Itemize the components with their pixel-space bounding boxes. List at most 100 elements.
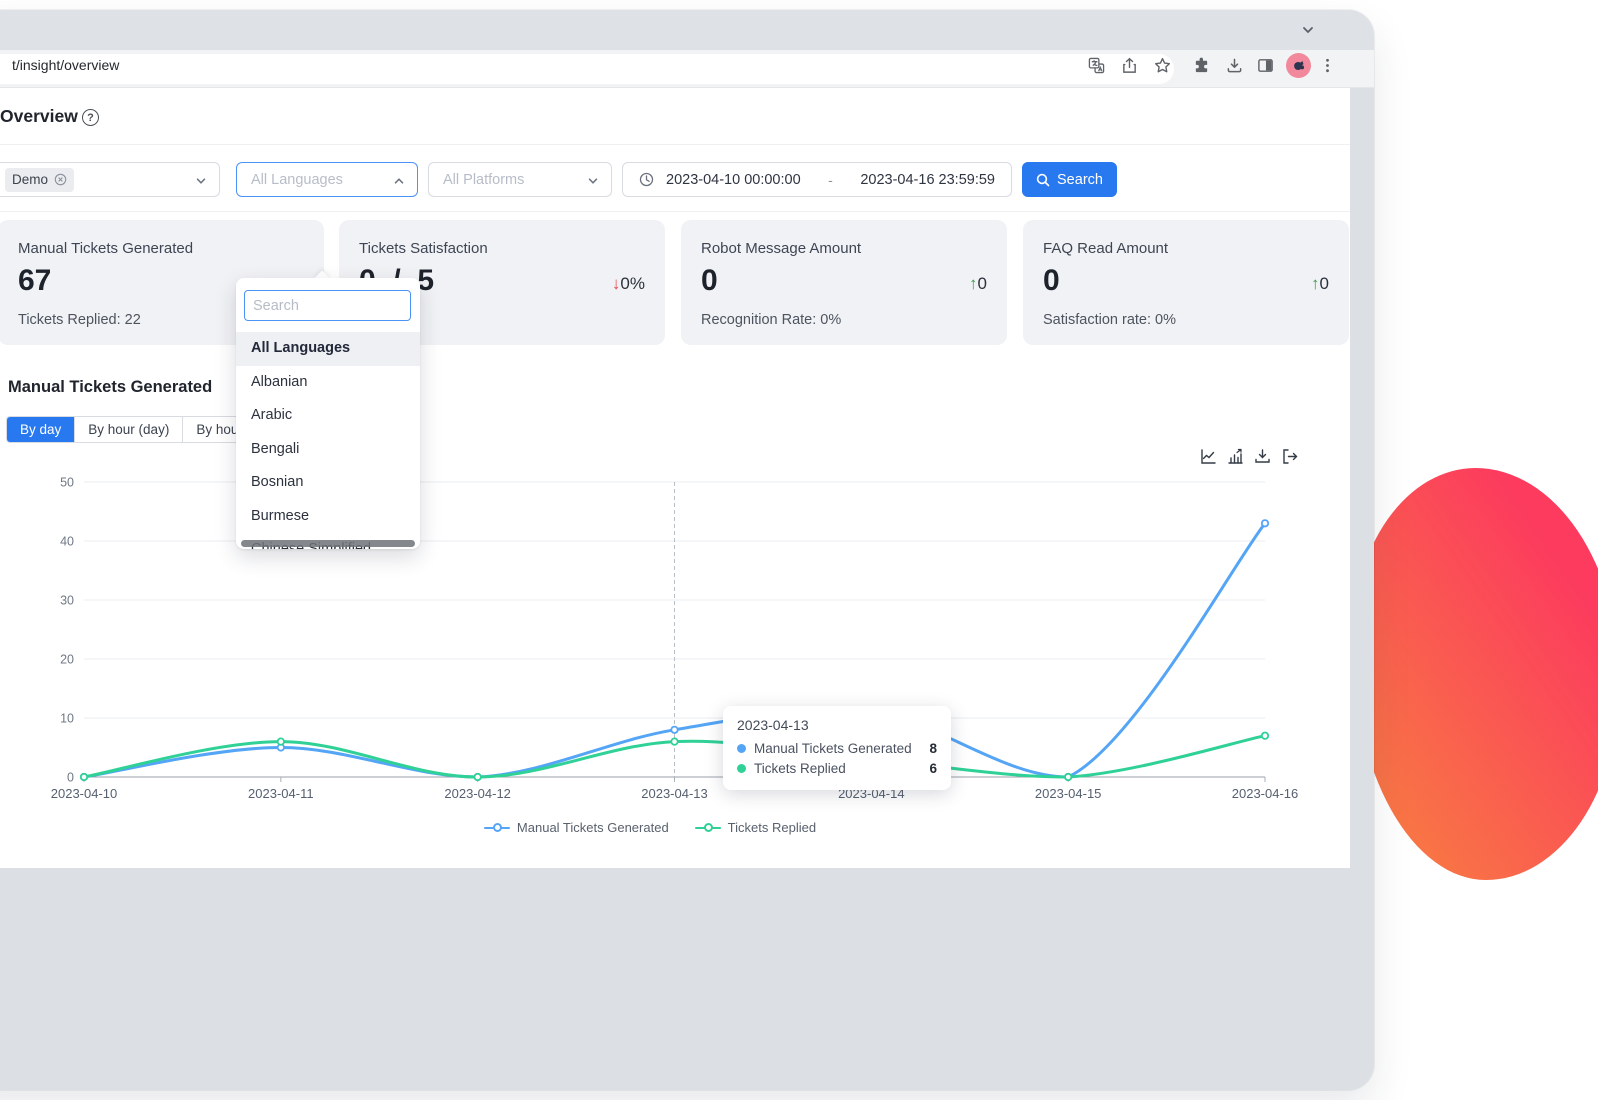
search-button-label: Search <box>1057 172 1103 188</box>
search-icon <box>1036 173 1050 187</box>
remove-tag-icon[interactable] <box>54 173 67 186</box>
line-chart[interactable]: 010203040502023-04-102023-04-112023-04-1… <box>0 460 1300 810</box>
stat-card-robot-messages: Robot Message Amount 0 ↑0 Recognition Ra… <box>681 220 1007 345</box>
stat-card-title: FAQ Read Amount <box>1043 240 1168 257</box>
stat-card-delta: ↑0 <box>1311 274 1329 294</box>
address-bar[interactable] <box>0 54 1174 84</box>
legend-line-marker-icon <box>695 823 721 832</box>
svg-text:2023-04-13: 2023-04-13 <box>641 786 708 801</box>
tab-by-day[interactable]: By day <box>7 417 74 442</box>
tooltip-series-value: 8 <box>929 741 937 756</box>
decorative-gradient-blob <box>1352 468 1598 880</box>
language-option[interactable]: Bosnian <box>236 466 420 500</box>
svg-text:10: 10 <box>60 712 74 726</box>
languages-select[interactable]: All Languages <box>236 162 418 197</box>
date-start-value[interactable]: 2023-04-10 00:00:00 <box>666 172 801 188</box>
arrow-up-icon: ↑ <box>1311 274 1320 293</box>
chart-tooltip: 2023-04-13 Manual Tickets Generated 8 Ti… <box>723 706 951 790</box>
chevron-up-icon <box>393 174 405 186</box>
chevron-down-icon <box>195 174 207 186</box>
tooltip-series-label: Tickets Replied <box>754 761 846 776</box>
url-text[interactable]: t/insight/overview <box>12 57 119 73</box>
legend-line-marker-icon <box>484 823 510 832</box>
svg-text:20: 20 <box>60 653 74 667</box>
svg-text:2023-04-16: 2023-04-16 <box>1232 786 1299 801</box>
svg-text:50: 50 <box>60 476 74 490</box>
chevron-down-icon <box>587 174 599 186</box>
date-end-value[interactable]: 2023-04-16 23:59:59 <box>860 172 995 188</box>
share-icon[interactable] <box>1121 57 1138 74</box>
extensions-puzzle-icon[interactable] <box>1193 57 1210 74</box>
tooltip-series-label: Manual Tickets Generated <box>754 741 912 756</box>
legend-label: Tickets Replied <box>728 820 816 835</box>
stat-card-value: 0 <box>701 264 718 298</box>
language-option[interactable]: All Languages <box>236 332 420 366</box>
stat-card-subtext: Recognition Rate: 0% <box>701 312 841 328</box>
tab-by-hour-day[interactable]: By hour (day) <box>74 417 182 442</box>
stat-card-title: Tickets Satisfaction <box>359 240 488 257</box>
stat-card-delta-value: 0 <box>978 274 987 293</box>
stat-card-value: 0 <box>1043 264 1060 298</box>
svg-text:0: 0 <box>67 771 74 785</box>
languages-placeholder: All Languages <box>251 172 343 188</box>
chart-legend: Manual Tickets Generated Tickets Replied <box>0 820 1300 835</box>
language-option[interactable]: Albanian <box>236 366 420 400</box>
chevron-down-icon[interactable] <box>1300 22 1316 38</box>
chart-section-title: Manual Tickets Generated <box>8 378 212 397</box>
downloads-icon[interactable] <box>1226 57 1243 74</box>
language-option[interactable]: Arabic <box>236 399 420 433</box>
divider <box>0 144 1350 145</box>
dropdown-scrollbar[interactable] <box>241 540 415 547</box>
svg-text:2023-04-11: 2023-04-11 <box>248 786 314 801</box>
svg-text:2023-04-12: 2023-04-12 <box>444 786 511 801</box>
stat-card-subtext: Tickets Replied: 22 <box>18 312 141 328</box>
stat-card-delta: ↑0 <box>969 274 987 294</box>
stat-card-title: Manual Tickets Generated <box>18 240 193 257</box>
bookmark-star-icon[interactable] <box>1154 57 1171 74</box>
date-separator: - <box>813 172 849 188</box>
help-icon[interactable]: ? <box>82 109 99 126</box>
profile-avatar[interactable] <box>1286 53 1311 78</box>
workspace-tag[interactable]: Demo <box>5 168 74 192</box>
legend-item-tickets-replied[interactable]: Tickets Replied <box>695 820 816 835</box>
stat-card-delta-value: 0% <box>620 274 645 293</box>
language-search-input[interactable] <box>244 290 411 321</box>
browser-menu-kebab-icon[interactable] <box>1319 57 1336 74</box>
platforms-select[interactable]: All Platforms <box>428 162 612 197</box>
browser-toolbar: t/insight/overview <box>0 50 1374 88</box>
app-content: Overview ? Demo All Languages <box>0 88 1350 868</box>
svg-text:2023-04-10: 2023-04-10 <box>51 786 118 801</box>
tooltip-date: 2023-04-13 <box>737 717 937 733</box>
tooltip-row: Manual Tickets Generated 8 <box>737 741 937 756</box>
workspace-tag-label: Demo <box>12 172 48 187</box>
stat-card-delta: ↓0% <box>612 274 645 294</box>
legend-item-manual-tickets[interactable]: Manual Tickets Generated <box>484 820 669 835</box>
language-option[interactable]: Burmese <box>236 500 420 534</box>
clock-icon <box>639 172 654 187</box>
divider <box>0 211 1350 212</box>
svg-text:2023-04-15: 2023-04-15 <box>1035 786 1102 801</box>
search-button[interactable]: Search <box>1022 162 1117 197</box>
stat-card-delta-value: 0 <box>1320 274 1329 293</box>
page-title: Overview <box>0 106 78 127</box>
stage: t/insight/overview <box>0 0 1598 1100</box>
language-option-list: All LanguagesAlbanianArabicBengaliBosnia… <box>236 332 420 549</box>
series-dot-icon <box>737 744 746 753</box>
date-range-picker[interactable]: 2023-04-10 00:00:00 - 2023-04-16 23:59:5… <box>622 162 1012 197</box>
stat-card-subtext: Satisfaction rate: 0% <box>1043 312 1176 328</box>
svg-text:40: 40 <box>60 535 74 549</box>
tooltip-row: Tickets Replied 6 <box>737 761 937 776</box>
browser-window: t/insight/overview <box>0 10 1374 1090</box>
series-dot-icon <box>737 764 746 773</box>
browser-tab-strip <box>0 10 1374 50</box>
side-panel-icon[interactable] <box>1257 57 1274 74</box>
arrow-up-icon: ↑ <box>969 274 978 293</box>
tooltip-series-value: 6 <box>929 761 937 776</box>
translate-icon[interactable] <box>1088 57 1105 74</box>
stat-card-faq-reads: FAQ Read Amount 0 ↑0 Satisfaction rate: … <box>1023 220 1349 345</box>
language-option[interactable]: Bengali <box>236 433 420 467</box>
platforms-placeholder: All Platforms <box>443 172 524 188</box>
legend-label: Manual Tickets Generated <box>517 820 669 835</box>
workspace-select[interactable]: Demo <box>0 162 220 197</box>
language-dropdown: All LanguagesAlbanianArabicBengaliBosnia… <box>236 278 420 549</box>
